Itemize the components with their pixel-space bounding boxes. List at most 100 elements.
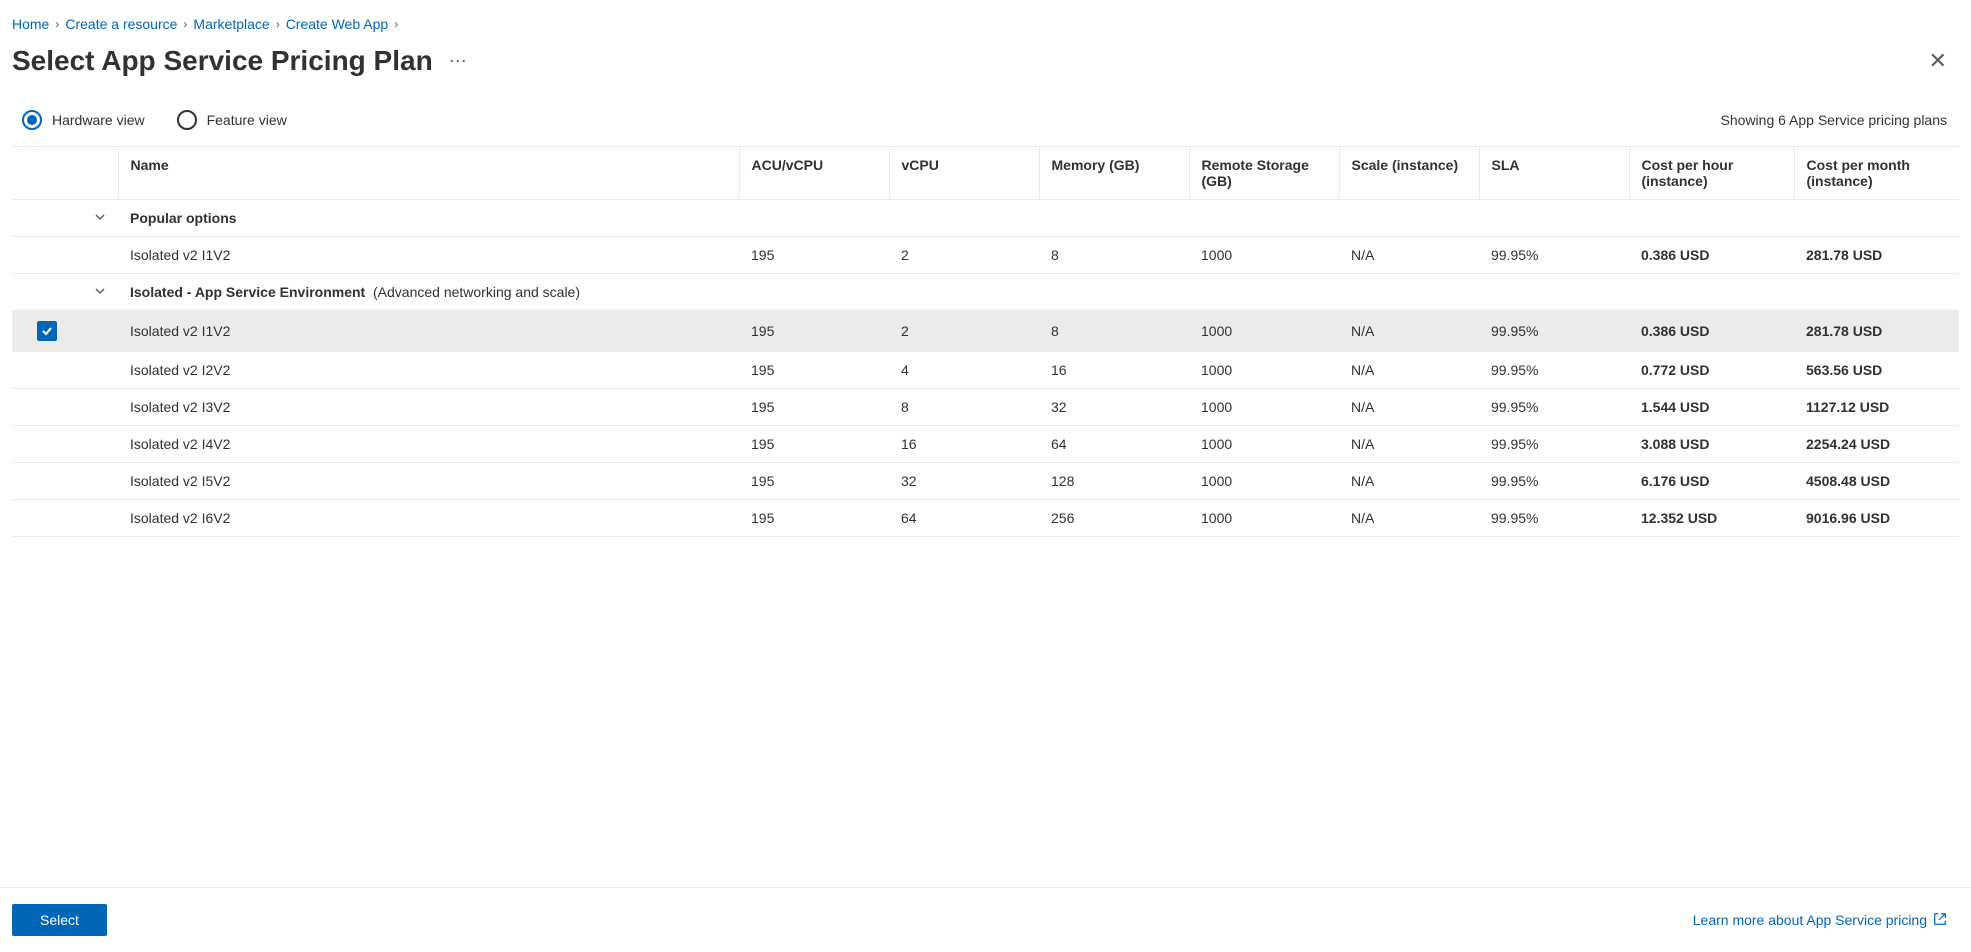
cell-memory: 8 (1039, 237, 1189, 274)
cell-storage: 1000 (1189, 352, 1339, 389)
chevron-down-icon[interactable] (94, 284, 106, 300)
cell-cost-month: 563.56 USD (1794, 352, 1959, 389)
cell-scale: N/A (1339, 389, 1479, 426)
column-header-select (12, 147, 82, 200)
table-group-row[interactable]: Popular options (12, 200, 1959, 237)
column-header-sla[interactable]: SLA (1479, 147, 1629, 200)
cell-memory: 256 (1039, 500, 1189, 537)
pricing-table-container: Name ACU/vCPU vCPU Memory (GB) Remote St… (0, 146, 1971, 537)
cell-memory: 8 (1039, 311, 1189, 352)
cell-name: Isolated v2 I6V2 (118, 500, 739, 537)
footer-bar: Select Learn more about App Service pric… (0, 887, 1971, 952)
chevron-down-icon[interactable] (94, 210, 106, 226)
cell-cost-hour: 0.386 USD (1629, 311, 1794, 352)
group-title: Isolated - App Service Environment (130, 284, 365, 300)
pricing-table: Name ACU/vCPU vCPU Memory (GB) Remote St… (12, 146, 1959, 537)
column-header-expand (82, 147, 118, 200)
view-options-row: Hardware view Feature view Showing 6 App… (0, 102, 1971, 146)
cell-memory: 128 (1039, 463, 1189, 500)
table-row[interactable]: Isolated v2 I1V2195281000N/A99.95%0.386 … (12, 311, 1959, 352)
table-row[interactable]: Isolated v2 I2V21954161000N/A99.95%0.772… (12, 352, 1959, 389)
cell-acu: 195 (739, 426, 889, 463)
cell-cost-month: 2254.24 USD (1794, 426, 1959, 463)
showing-count-text: Showing 6 App Service pricing plans (1721, 112, 1947, 128)
cell-storage: 1000 (1189, 463, 1339, 500)
cell-sla: 99.95% (1479, 389, 1629, 426)
group-description: (Advanced networking and scale) (373, 284, 580, 300)
cell-scale: N/A (1339, 500, 1479, 537)
cell-cost-hour: 0.386 USD (1629, 237, 1794, 274)
page-title: Select App Service Pricing Plan (12, 45, 433, 77)
column-header-storage[interactable]: Remote Storage (GB) (1189, 147, 1339, 200)
cell-vcpu: 2 (889, 311, 1039, 352)
table-group-row[interactable]: Isolated - App Service Environment (Adva… (12, 274, 1959, 311)
close-icon[interactable]: ✕ (1921, 44, 1955, 78)
cell-scale: N/A (1339, 352, 1479, 389)
column-header-name[interactable]: Name (118, 147, 739, 200)
cell-cost-hour: 6.176 USD (1629, 463, 1794, 500)
cell-cost-month: 4508.48 USD (1794, 463, 1959, 500)
cell-acu: 195 (739, 311, 889, 352)
group-title: Popular options (130, 210, 237, 226)
cell-storage: 1000 (1189, 500, 1339, 537)
table-row[interactable]: Isolated v2 I6V2195642561000N/A99.95%12.… (12, 500, 1959, 537)
cell-scale: N/A (1339, 426, 1479, 463)
table-row[interactable]: Isolated v2 I5V2195321281000N/A99.95%6.1… (12, 463, 1959, 500)
cell-scale: N/A (1339, 311, 1479, 352)
chevron-right-icon: › (394, 17, 398, 31)
learn-more-label: Learn more about App Service pricing (1693, 912, 1927, 928)
cell-sla: 99.95% (1479, 352, 1629, 389)
radio-hardware-view[interactable]: Hardware view (22, 110, 145, 130)
cell-sla: 99.95% (1479, 237, 1629, 274)
cell-vcpu: 64 (889, 500, 1039, 537)
cell-sla: 99.95% (1479, 463, 1629, 500)
column-header-vcpu[interactable]: vCPU (889, 147, 1039, 200)
column-header-cost-month[interactable]: Cost per month (instance) (1794, 147, 1959, 200)
cell-name: Isolated v2 I1V2 (118, 237, 739, 274)
page-header: Select App Service Pricing Plan ⋯ ✕ (0, 40, 1971, 102)
table-row[interactable]: Isolated v2 I1V2195281000N/A99.95%0.386 … (12, 237, 1959, 274)
cell-cost-hour: 1.544 USD (1629, 389, 1794, 426)
cell-storage: 1000 (1189, 311, 1339, 352)
cell-acu: 195 (739, 500, 889, 537)
row-checkbox[interactable] (37, 321, 57, 341)
cell-acu: 195 (739, 389, 889, 426)
cell-cost-month: 281.78 USD (1794, 237, 1959, 274)
column-header-scale[interactable]: Scale (instance) (1339, 147, 1479, 200)
table-row[interactable]: Isolated v2 I4V219516641000N/A99.95%3.08… (12, 426, 1959, 463)
cell-memory: 64 (1039, 426, 1189, 463)
breadcrumb-link[interactable]: Create a resource (65, 16, 177, 32)
column-header-cost-hour[interactable]: Cost per hour (instance) (1629, 147, 1794, 200)
select-button[interactable]: Select (12, 904, 107, 936)
cell-memory: 16 (1039, 352, 1189, 389)
chevron-right-icon: › (276, 17, 280, 31)
column-header-acu[interactable]: ACU/vCPU (739, 147, 889, 200)
breadcrumb-link[interactable]: Home (12, 16, 49, 32)
view-radio-group: Hardware view Feature view (22, 110, 287, 130)
cell-cost-month: 9016.96 USD (1794, 500, 1959, 537)
cell-name: Isolated v2 I2V2 (118, 352, 739, 389)
breadcrumb-link[interactable]: Marketplace (193, 16, 269, 32)
learn-more-link[interactable]: Learn more about App Service pricing (1693, 912, 1947, 929)
cell-vcpu: 4 (889, 352, 1039, 389)
table-row[interactable]: Isolated v2 I3V21958321000N/A99.95%1.544… (12, 389, 1959, 426)
table-header-row: Name ACU/vCPU vCPU Memory (GB) Remote St… (12, 147, 1959, 200)
cell-cost-month: 1127.12 USD (1794, 389, 1959, 426)
cell-name: Isolated v2 I5V2 (118, 463, 739, 500)
cell-cost-hour: 3.088 USD (1629, 426, 1794, 463)
cell-acu: 195 (739, 237, 889, 274)
radio-feature-view[interactable]: Feature view (177, 110, 287, 130)
cell-vcpu: 16 (889, 426, 1039, 463)
cell-acu: 195 (739, 463, 889, 500)
radio-icon (177, 110, 197, 130)
breadcrumb-link[interactable]: Create Web App (286, 16, 388, 32)
cell-scale: N/A (1339, 237, 1479, 274)
column-header-memory[interactable]: Memory (GB) (1039, 147, 1189, 200)
radio-label: Feature view (207, 112, 287, 128)
cell-memory: 32 (1039, 389, 1189, 426)
more-options-icon[interactable]: ⋯ (449, 51, 467, 72)
radio-label: Hardware view (52, 112, 145, 128)
cell-storage: 1000 (1189, 237, 1339, 274)
cell-storage: 1000 (1189, 389, 1339, 426)
cell-sla: 99.95% (1479, 500, 1629, 537)
